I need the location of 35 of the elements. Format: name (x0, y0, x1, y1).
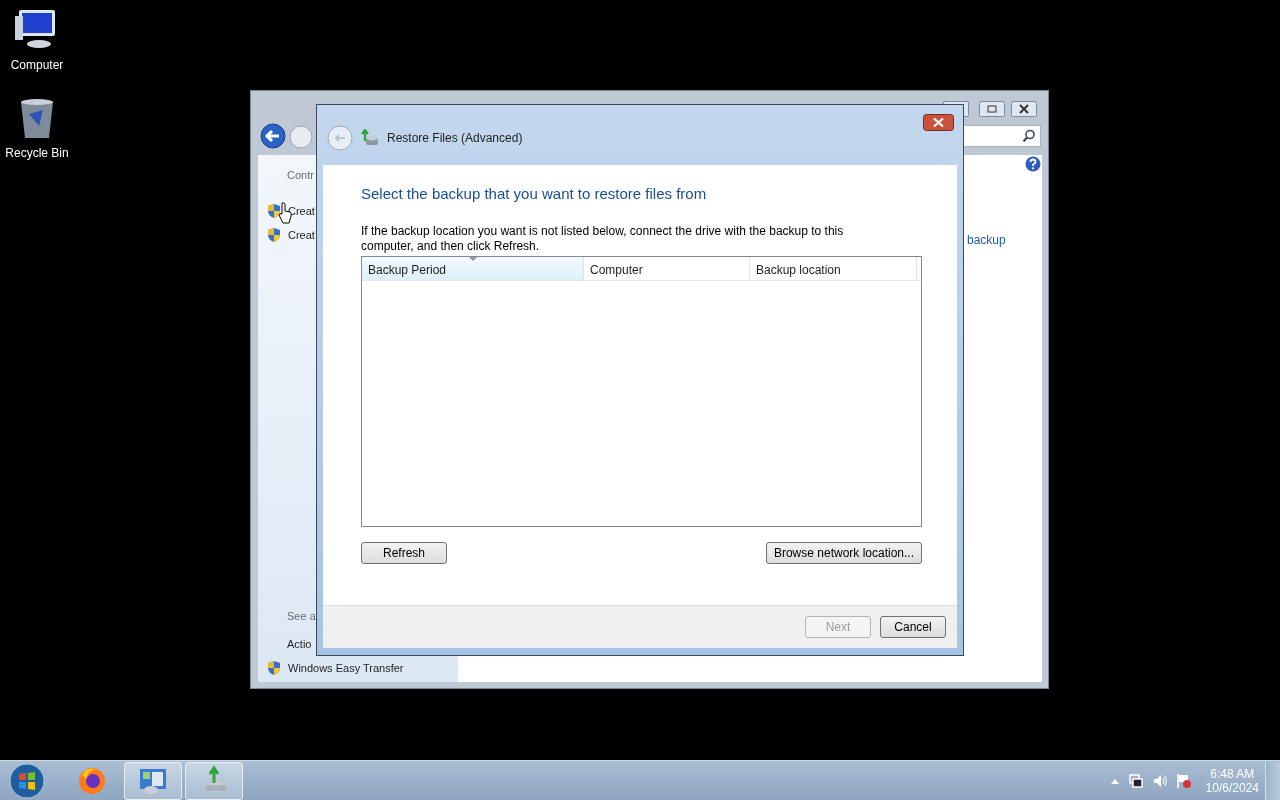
shield-icon (266, 227, 282, 243)
backup-link[interactable]: backup (967, 233, 1006, 247)
back-button[interactable] (260, 123, 286, 149)
sidebar-link[interactable]: Actio (287, 638, 312, 650)
desktop-icon-label[interactable]: Recycle Bin (5, 146, 69, 160)
sidebar-heading: See a (287, 610, 316, 622)
dialog-heading: Select the backup that you want to restore files from (361, 185, 708, 202)
browse-button[interactable]: Browse network location... (765, 542, 922, 564)
cancel-button[interactable]: Cancel (880, 616, 946, 638)
maximize-button[interactable] (979, 101, 1005, 117)
restore-icon (361, 129, 379, 147)
start-button[interactable] (9, 762, 45, 799)
backup-list[interactable]: Backup Period Computer Backup location (361, 256, 922, 527)
clock-time: 6:48 AM (1210, 766, 1255, 781)
sidebar-link[interactable]: Windows Easy Transfer (288, 662, 404, 674)
sort-arrow-icon (469, 257, 477, 261)
network-icon[interactable] (1127, 772, 1144, 789)
help-icon[interactable] (1025, 156, 1041, 172)
instruction-text: If the backup location you want is not listed below, connect the drive with the backup to this computer, and then click Refresh. (361, 224, 845, 254)
taskbar-button[interactable] (185, 761, 243, 800)
refresh-button[interactable]: Refresh (361, 542, 447, 564)
shield-icon (266, 203, 282, 219)
desktop-icon-label[interactable]: Computer (10, 58, 64, 72)
taskbar-button[interactable] (124, 761, 182, 800)
search-icon[interactable] (1022, 129, 1036, 143)
clock-date: 10/6/2024 (1205, 780, 1259, 795)
search-field[interactable] (961, 125, 1041, 147)
sidebar-link[interactable]: Creat (288, 229, 315, 241)
column-header[interactable]: Backup Period (362, 257, 584, 280)
dialog-title: Restore Files (Advanced) (387, 131, 523, 145)
flag-icon[interactable] (1175, 772, 1192, 789)
sidebar-heading: Contr (287, 169, 314, 181)
close-button[interactable] (923, 114, 954, 131)
close-button[interactable] (1011, 101, 1037, 117)
shield-icon (266, 660, 282, 676)
